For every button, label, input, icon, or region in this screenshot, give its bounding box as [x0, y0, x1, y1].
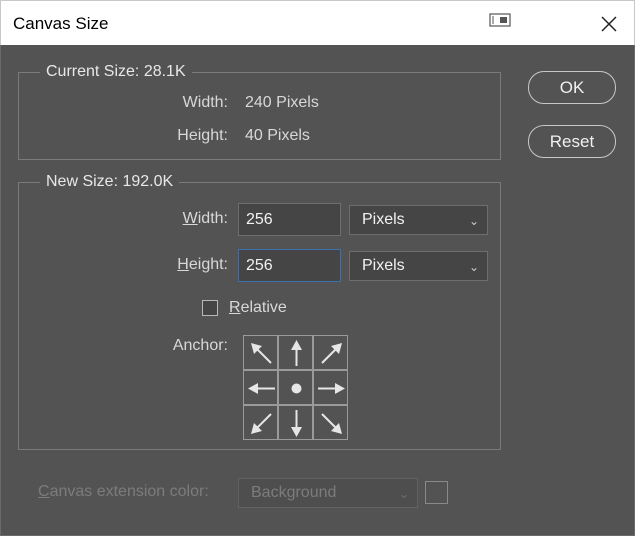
close-icon [601, 16, 617, 32]
reset-button[interactable]: Reset [528, 125, 616, 158]
new-height-label: Height: [177, 256, 228, 273]
anchor-label: Anchor: [172, 337, 228, 354]
height-unit-value: Pixels [362, 257, 405, 274]
anchor-bottom[interactable] [278, 405, 313, 440]
extension-color-value: Background [251, 484, 337, 501]
arrow-up-left-icon [251, 343, 272, 364]
arrow-down-right-icon [321, 413, 342, 434]
arrow-down-left-icon [251, 413, 272, 434]
current-height-label: Height: [177, 127, 228, 144]
arrow-down-icon [291, 410, 302, 437]
arrow-up-icon [291, 340, 302, 366]
arrow-right-icon [318, 383, 345, 394]
extension-color-label: Canvas extension color: [38, 483, 209, 500]
current-size-group [18, 72, 501, 160]
height-input[interactable] [238, 249, 341, 282]
close-button[interactable] [591, 9, 627, 39]
chevron-down-icon: ⌄ [468, 260, 479, 274]
width-input[interactable] [238, 203, 341, 236]
chevron-down-icon: ⌄ [468, 214, 479, 228]
height-unit-select[interactable]: Pixels ⌄ [349, 251, 488, 281]
relative-checkbox[interactable] [202, 300, 218, 316]
current-height-value: 40 Pixels [245, 127, 310, 144]
current-width-value: 240 Pixels [245, 94, 319, 111]
new-size-legend: New Size: 192.0K [40, 173, 180, 191]
screen-mode-icon[interactable] [489, 13, 511, 27]
anchor-grid [243, 335, 348, 440]
anchor-left[interactable] [243, 370, 278, 405]
width-unit-select[interactable]: Pixels ⌄ [349, 205, 488, 235]
anchor-top[interactable] [278, 335, 313, 370]
anchor-dot-icon [291, 383, 302, 394]
current-width-label: Width: [182, 94, 228, 111]
anchor-bottom-left[interactable] [243, 405, 278, 440]
anchor-right[interactable] [313, 370, 348, 405]
ok-button[interactable]: OK [528, 71, 616, 104]
new-width-label: Width: [182, 210, 228, 227]
extension-color-swatch [425, 481, 448, 504]
width-unit-value: Pixels [362, 211, 405, 228]
arrow-left-icon [248, 383, 275, 394]
title-bar: Canvas Size [0, 0, 635, 45]
chevron-down-icon: ⌄ [398, 487, 409, 501]
arrow-up-right-icon [321, 343, 342, 364]
extension-color-select: Background ⌄ [238, 478, 418, 508]
current-size-legend: Current Size: 28.1K [40, 63, 192, 81]
window-title: Canvas Size [13, 14, 109, 33]
anchor-bottom-right[interactable] [313, 405, 348, 440]
anchor-top-left[interactable] [243, 335, 278, 370]
anchor-center[interactable] [278, 370, 313, 405]
anchor-top-right[interactable] [313, 335, 348, 370]
relative-label[interactable]: Relative [229, 299, 287, 317]
